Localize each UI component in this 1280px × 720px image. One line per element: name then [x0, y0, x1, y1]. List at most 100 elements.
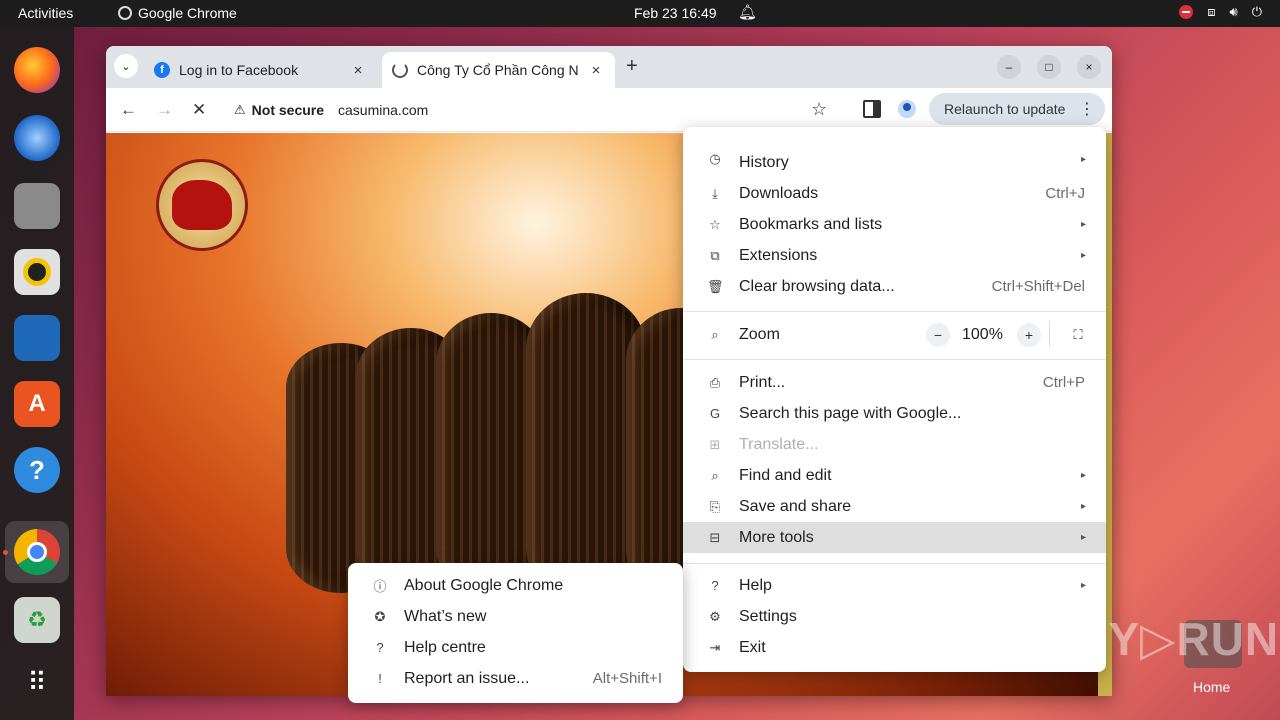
menu-item-print[interactable]: ⎙ Print... Ctrl+P	[683, 367, 1106, 398]
menu-item-label: Settings	[739, 607, 797, 625]
info-icon: ⓘ	[373, 579, 387, 594]
report-icon: !	[378, 671, 382, 686]
menu-item-history[interactable]: ◷ History ▸	[683, 148, 1106, 170]
bookmark-star-icon[interactable]: ☆	[811, 99, 827, 120]
loading-icon	[392, 62, 408, 78]
notification-bell-icon[interactable]: 🔔︎	[738, 3, 757, 21]
kebab-menu-icon[interactable]: ⋮	[1079, 99, 1095, 119]
download-icon: ⤓	[712, 185, 718, 201]
menu-item-more-tools[interactable]: ⊟ More tools ▸	[683, 522, 1106, 553]
menu-item-translate[interactable]: ⊞ Translate...	[683, 429, 1106, 460]
minimize-button[interactable]: –	[997, 55, 1021, 79]
shortcut-label: Ctrl+Shift+Del	[991, 278, 1085, 295]
address-bar[interactable]: ⚠ Not secure casumina.com	[228, 94, 840, 126]
zoom-divider	[1049, 321, 1050, 347]
rhythmbox-icon[interactable]	[14, 249, 60, 295]
profile-avatar-icon[interactable]	[898, 100, 916, 118]
menu-item-clear-browsing-data[interactable]: 🗑 Clear browsing data... Ctrl+Shift+Del	[683, 271, 1106, 302]
submenu-arrow-icon: ▸	[1080, 250, 1086, 261]
gear-icon: ⚙	[709, 608, 721, 624]
close-window-button[interactable]: ×	[1077, 55, 1101, 79]
history-icon: ◷	[709, 151, 721, 166]
menu-item-bookmarks-and-lists[interactable]: ☆ Bookmarks and lists ▸	[683, 209, 1106, 240]
new-tab-button[interactable]: +	[626, 55, 638, 78]
relaunch-to-update-button[interactable]: Relaunch to update ⋮	[929, 93, 1105, 125]
submenu-arrow-icon: ▸	[1080, 153, 1086, 165]
url-text[interactable]: casumina.com	[338, 102, 428, 118]
save-icon: ⎘	[709, 498, 721, 514]
writer-icon[interactable]	[14, 315, 60, 361]
zoom-icon: ⌕	[711, 326, 719, 342]
menu-item-report-an-issue[interactable]: ! Report an issue... Alt+Shift+I	[348, 663, 683, 694]
menu-item-about-google-chrome[interactable]: ⓘ About Google Chrome	[348, 570, 683, 601]
home-folder-label[interactable]: Home	[1193, 679, 1230, 695]
stop-loading-button[interactable]: ✕	[192, 100, 206, 120]
lion-icon	[172, 180, 232, 230]
find-icon: ⌕	[711, 467, 719, 483]
tab-facebook[interactable]: f Log in to Facebook ×	[144, 52, 377, 88]
puzzle-icon: ⧉	[710, 247, 720, 263]
menu-item-label: Find and edit	[739, 466, 832, 484]
trash-icon: 🗑	[707, 278, 724, 294]
volume-icon: 🔊︎	[1229, 4, 1238, 19]
power-icon: ⏻	[1251, 4, 1262, 19]
app-center-icon[interactable]: A	[14, 381, 60, 427]
show-apps-icon[interactable]: ⠿	[14, 659, 60, 705]
help-submenu: ⓘ About Google Chrome ✪ What’s new? Help cen…	[348, 563, 683, 703]
whats-new-icon: ✪	[374, 608, 386, 624]
menu-item-label: Save and share	[739, 497, 852, 515]
menu-item-label: Search this page with Google...	[739, 404, 962, 422]
tab-title: Log in to Facebook	[179, 62, 299, 78]
maximize-button[interactable]: □	[1037, 55, 1061, 79]
toolbar: ← → ✕ ⚠ Not secure casumina.com ☆ Relaun…	[106, 88, 1112, 132]
side-panel-icon[interactable]	[863, 100, 881, 118]
menu-item-find-and-edit[interactable]: ⌕ Find and edit ▸	[683, 460, 1106, 491]
app-menu[interactable]: Google Chrome	[118, 5, 237, 21]
menu-item-extensions[interactable]: ⧉ Extensions ▸	[683, 240, 1106, 271]
question-icon: ?	[376, 640, 384, 655]
fullscreen-icon[interactable]: ⛶	[1066, 323, 1090, 347]
menu-item-label: Help centre	[404, 638, 486, 656]
help-icon: ?	[711, 578, 719, 593]
menu-item-label: Print...	[739, 373, 786, 391]
casumina-logo[interactable]	[156, 159, 248, 251]
menu-item-label: Clear browsing data...	[739, 277, 895, 295]
clock[interactable]: Feb 23 16:49	[634, 5, 717, 21]
close-tab-icon[interactable]: ×	[587, 62, 605, 79]
security-label[interactable]: Not secure	[252, 102, 324, 118]
shortcut-label: Ctrl+J	[1045, 185, 1085, 202]
printer-icon: ⎙	[709, 374, 721, 390]
menu-item-help-centre[interactable]: ? Help centre	[348, 632, 683, 663]
help-app-icon[interactable]: ?	[14, 447, 60, 493]
google-icon: G	[709, 406, 721, 421]
thunderbird-icon[interactable]	[14, 115, 60, 161]
menu-item-label: Exit	[739, 638, 766, 656]
firefox-icon[interactable]	[14, 47, 60, 93]
menu-item-downloads[interactable]: ⤓ Downloads Ctrl+J	[683, 178, 1106, 209]
chrome-dock-icon[interactable]	[14, 529, 60, 575]
system-tray[interactable]: ⧈ 🔊︎ ⏻	[1179, 4, 1262, 20]
anyrun-watermark: ANY▷RUN	[1040, 613, 1280, 665]
close-tab-icon[interactable]: ×	[349, 62, 367, 79]
menu-item-label: More tools	[739, 528, 814, 546]
trash-dock-icon[interactable]: ♻	[14, 597, 60, 643]
menu-item-save-and-share[interactable]: ⎘ Save and share ▸	[683, 491, 1106, 522]
activities-button[interactable]: Activities	[18, 5, 73, 21]
files-icon[interactable]	[14, 183, 60, 229]
exit-icon: ⇥	[709, 639, 721, 655]
chrome-menu: ◷ History ▸ ⤓ Downloads Ctrl+J ☆ Bookmarks a…	[683, 127, 1106, 672]
zoom-level: 100%	[962, 325, 1003, 343]
menu-item-search-this-page-with-google[interactable]: G Search this page with Google...	[683, 398, 1106, 429]
menu-item-help[interactable]: ? Help ▸	[683, 570, 1106, 601]
forward-button[interactable]: →	[156, 100, 173, 120]
tab-casumina[interactable]: Công Ty Cổ Phần Công N ×	[382, 52, 615, 88]
back-button[interactable]: ←	[120, 100, 137, 120]
menu-item-what-s-new[interactable]: ✪ What’s new	[348, 601, 683, 632]
zoom-in-button[interactable]: +	[1017, 322, 1041, 347]
tab-search-button[interactable]: ⌄	[114, 54, 138, 78]
menu-item-label: Downloads	[739, 184, 819, 202]
menu-item-label: What’s new	[404, 607, 487, 625]
relaunch-label: Relaunch to update	[944, 101, 1066, 117]
running-indicator	[3, 550, 8, 555]
zoom-out-button[interactable]: −	[926, 322, 950, 347]
